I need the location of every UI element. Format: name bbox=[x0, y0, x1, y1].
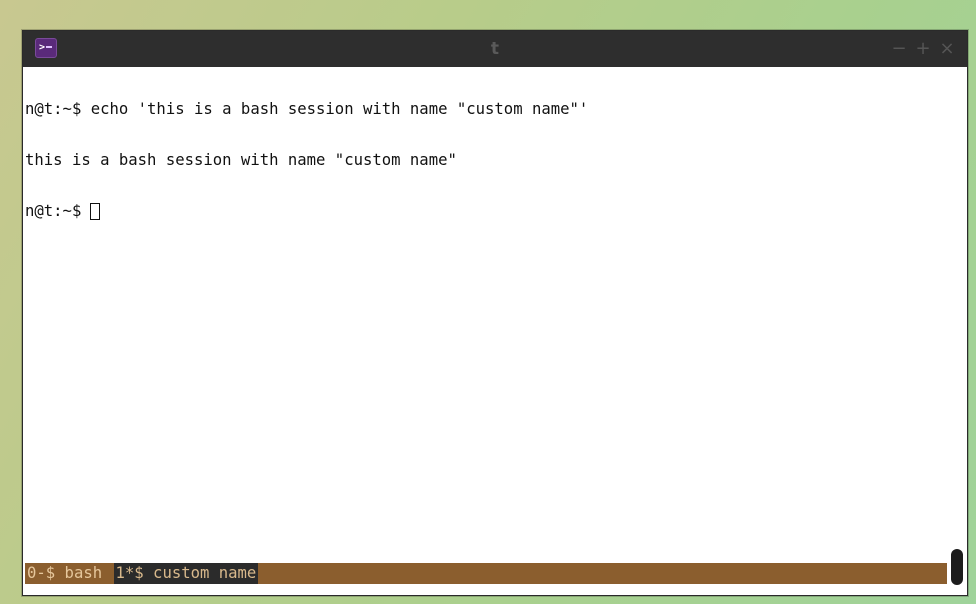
terminal-line-output: this is a bash session with name "custom… bbox=[25, 151, 457, 169]
scrollbar[interactable] bbox=[949, 67, 965, 587]
terminal-window: > t − + × n@t:~$ echo 'this is a bash sess… bbox=[22, 30, 968, 596]
window-controls: − + × bbox=[887, 31, 959, 67]
prompt-text: n@t:~$ bbox=[25, 202, 82, 220]
window-tab-bash[interactable]: 0-$ bash bbox=[25, 563, 104, 584]
close-button[interactable]: × bbox=[935, 31, 959, 67]
window-title: t bbox=[490, 39, 500, 59]
maximize-button[interactable]: + bbox=[911, 31, 935, 67]
terminal-cursor bbox=[90, 203, 101, 220]
scrollbar-thumb[interactable] bbox=[951, 549, 963, 585]
minimize-button[interactable]: − bbox=[887, 31, 911, 67]
title-bar[interactable]: > t − + × bbox=[23, 31, 967, 67]
window-tab-custom-name[interactable]: 1*$ custom name bbox=[113, 563, 259, 584]
terminal-output[interactable]: n@t:~$ echo 'this is a bash session with… bbox=[25, 67, 947, 563]
terminal-line-prompt: n@t:~$ bbox=[25, 203, 947, 220]
tmux-status-bar: 0-$ bash 1*$ custom name bbox=[25, 563, 947, 584]
terminal-line-command: n@t:~$ echo 'this is a bash session with… bbox=[25, 100, 589, 118]
